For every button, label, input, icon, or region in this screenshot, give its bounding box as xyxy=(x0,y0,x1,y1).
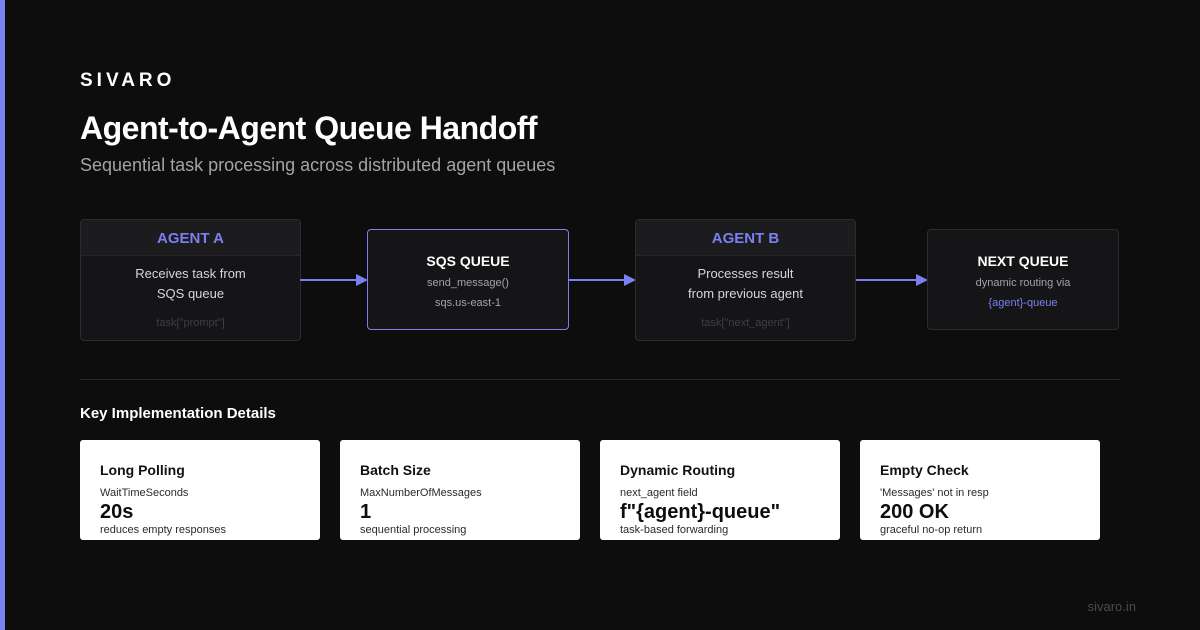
card-note: reduces empty responses xyxy=(100,524,226,536)
arrow-agent-a-to-sqs xyxy=(300,274,368,286)
sqs-queue-label: SQS QUEUE xyxy=(426,253,510,269)
brand-logo: SIVARO xyxy=(80,70,176,91)
agent-b-desc-line2: from previous agent xyxy=(688,286,803,301)
page-title: Agent-to-Agent Queue Handoff xyxy=(80,110,538,146)
card-value: 1 xyxy=(360,501,372,523)
card-label: WaitTimeSeconds xyxy=(100,487,189,499)
agent-b-node: AGENT B Processes result from previous a… xyxy=(635,219,856,341)
next-queue-desc: dynamic routing via xyxy=(975,277,1071,289)
next-queue-node: NEXT QUEUE dynamic routing via {agent}-q… xyxy=(927,229,1119,330)
card-value: f"{agent}-queue" xyxy=(620,501,781,523)
detail-card-dynamic-routing: Dynamic Routing next_agent field f"{agen… xyxy=(600,440,840,540)
next-queue-label: NEXT QUEUE xyxy=(977,253,1069,269)
sqs-queue-node: SQS QUEUE send_message() sqs.us-east-1 xyxy=(367,229,569,330)
card-note: graceful no-op return xyxy=(880,524,983,536)
card-note: task-based forwarding xyxy=(620,524,729,536)
arrow-sqs-to-agent-b xyxy=(568,274,636,286)
card-title: Dynamic Routing xyxy=(620,462,736,478)
detail-card-empty-check: Empty Check 'Messages' not in resp 200 O… xyxy=(860,440,1100,540)
agent-a-desc-line2: SQS queue xyxy=(156,286,225,301)
agent-a-desc-line1: Receives task from xyxy=(135,266,246,281)
agent-a-code: task["prompt"] xyxy=(156,317,225,329)
arrow-agent-b-to-next-queue xyxy=(856,274,928,286)
detail-card-long-polling: Long Polling WaitTimeSeconds 20s reduces… xyxy=(80,440,320,540)
card-title: Empty Check xyxy=(880,462,969,478)
card-label: 'Messages' not in resp xyxy=(880,487,989,499)
agent-b-desc-line1: Processes result xyxy=(697,266,794,281)
card-label: next_agent field xyxy=(620,487,698,499)
detail-card-batch-size: Batch Size MaxNumberOfMessages 1 sequent… xyxy=(340,440,580,540)
footer-url: sivaro.in xyxy=(1087,599,1136,614)
card-value: 200 OK xyxy=(880,501,949,523)
page-subtitle: Sequential task processing across distri… xyxy=(80,155,556,175)
next-queue-pattern: {agent}-queue xyxy=(988,297,1058,309)
accent-bar xyxy=(0,0,5,630)
section-divider xyxy=(80,379,1120,380)
card-label: MaxNumberOfMessages xyxy=(360,487,482,499)
agent-b-label: AGENT B xyxy=(636,220,855,256)
details-heading: Key Implementation Details xyxy=(80,405,276,422)
sqs-queue-region: sqs.us-east-1 xyxy=(434,297,502,309)
sqs-queue-method: send_message() xyxy=(427,277,509,289)
card-title: Long Polling xyxy=(100,462,185,478)
agent-a-label: AGENT A xyxy=(81,220,300,256)
card-value: 20s xyxy=(100,501,134,523)
agent-b-code: task["next_agent"] xyxy=(701,317,790,329)
card-note: sequential processing xyxy=(360,524,467,536)
card-title: Batch Size xyxy=(360,462,431,478)
agent-a-node: AGENT A Receives task from SQS queue tas… xyxy=(80,219,301,341)
